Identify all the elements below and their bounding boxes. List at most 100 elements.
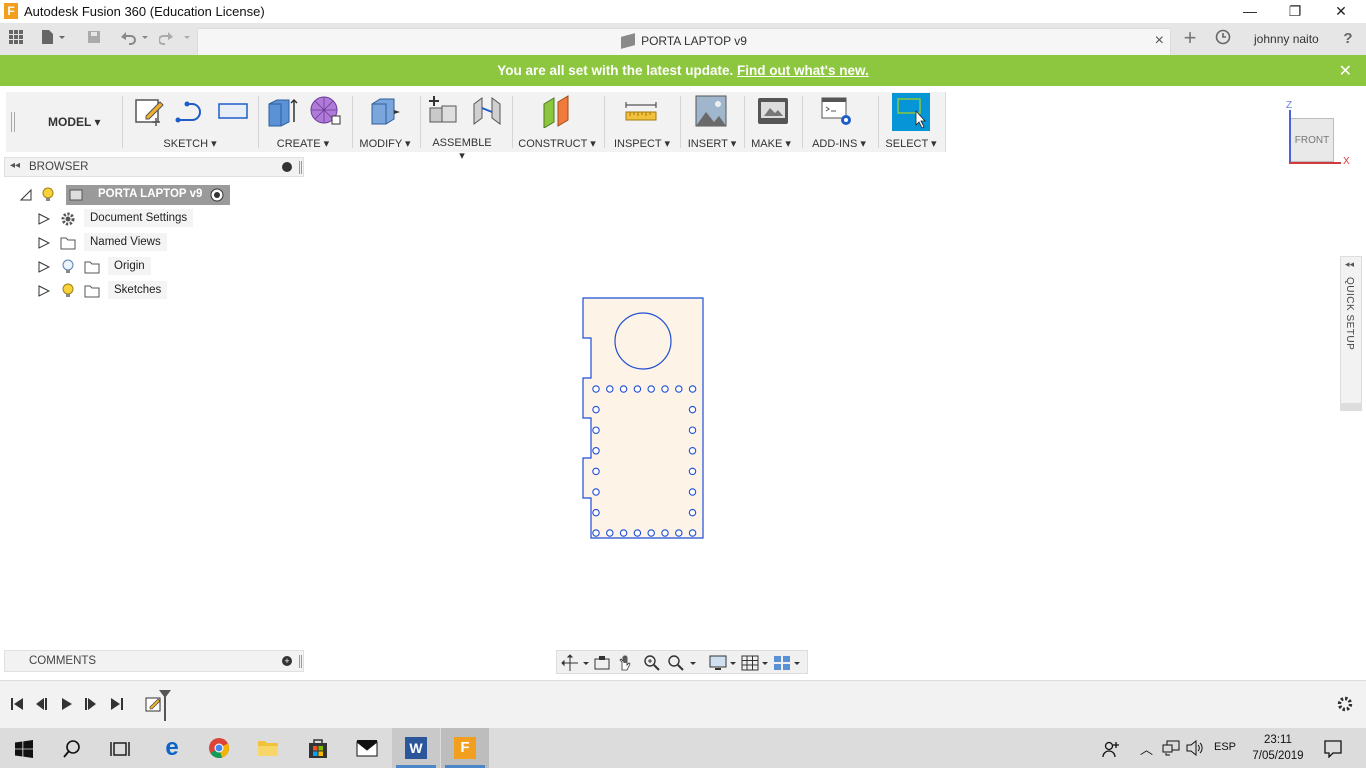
redo-icon[interactable] (158, 29, 192, 49)
grid-settings-icon[interactable] (741, 654, 769, 672)
display-settings-icon[interactable] (709, 654, 737, 672)
network-icon[interactable] (1162, 740, 1180, 756)
action-center-notification-icon[interactable] (1324, 740, 1342, 758)
input-language[interactable]: ESP (1214, 741, 1236, 753)
minimize-button[interactable]: — (1227, 0, 1273, 23)
data-panel-grid-icon[interactable] (6, 29, 26, 49)
construct-menu[interactable]: CONSTRUCT ▾ (518, 137, 596, 150)
line-tool-icon[interactable] (174, 94, 208, 128)
activate-radio-icon[interactable] (210, 188, 224, 202)
browser-item-named-views[interactable]: Named Views (38, 233, 198, 253)
quick-setup-grip[interactable] (1340, 403, 1362, 411)
windows-start-icon[interactable] (15, 740, 33, 758)
visibility-bulb-icon[interactable] (42, 187, 54, 203)
browser-root-row[interactable]: PORTA LAPTOP v9 (20, 185, 240, 205)
task-view-icon[interactable] (110, 739, 130, 759)
sketch-hole[interactable] (688, 405, 697, 414)
browser-item-origin[interactable]: Origin (38, 257, 198, 277)
document-tab[interactable]: PORTA LAPTOP v9 × (197, 28, 1171, 55)
word-taskbar-item[interactable]: W (392, 728, 440, 768)
create-menu[interactable]: CREATE ▾ (274, 137, 332, 150)
help-icon[interactable]: ? (1338, 29, 1358, 49)
sketch-hole[interactable] (661, 529, 669, 537)
press-pull-icon[interactable] (368, 94, 402, 128)
sketch-hole[interactable] (688, 488, 697, 496)
sketch-profile[interactable] (578, 294, 708, 542)
viewcube[interactable]: FRONT (1290, 118, 1334, 162)
toolbar-grip[interactable] (11, 112, 15, 132)
sketch-hole[interactable] (619, 529, 628, 537)
go-to-end-icon[interactable] (110, 697, 124, 711)
sketch-hole[interactable] (688, 508, 697, 517)
add-comment-icon[interactable]: + (282, 656, 292, 666)
chrome-icon[interactable] (208, 737, 230, 759)
viewports-icon[interactable] (773, 654, 801, 672)
fit-zoom-icon[interactable] (667, 654, 697, 672)
sketch-hole[interactable] (688, 467, 697, 476)
sketch-hole[interactable] (633, 385, 642, 393)
assemble-menu[interactable]: ASSEMBLE ▾ (430, 137, 494, 162)
3d-print-icon[interactable] (756, 94, 790, 128)
sketch-hole[interactable] (688, 385, 697, 393)
step-forward-icon[interactable] (84, 697, 98, 711)
expand-triangle-icon[interactable] (38, 285, 50, 297)
workspace-switcher[interactable]: MODEL ▾ (48, 115, 100, 129)
browser-item-sketches[interactable]: Sketches (38, 281, 198, 301)
make-menu[interactable]: MAKE ▾ (746, 137, 796, 150)
orbit-icon[interactable] (561, 654, 589, 672)
close-tab-icon[interactable]: × (1155, 32, 1164, 50)
close-window-button[interactable]: ✕ (1318, 0, 1364, 23)
sketch-hole[interactable] (592, 426, 600, 434)
search-icon[interactable] (62, 739, 82, 759)
scripts-addins-icon[interactable] (820, 94, 854, 128)
volume-icon[interactable] (1186, 740, 1204, 756)
modify-menu[interactable]: MODIFY ▾ (358, 137, 412, 150)
new-tab-plus-icon[interactable]: + (1180, 27, 1200, 49)
sketch-hole[interactable] (606, 385, 614, 393)
sketch-hole[interactable] (688, 426, 697, 434)
sketch-hole[interactable] (619, 385, 628, 393)
joint-icon[interactable] (470, 94, 504, 128)
sketch-hole[interactable] (606, 529, 614, 537)
offset-plane-icon[interactable] (540, 94, 574, 128)
measure-icon[interactable] (624, 94, 658, 128)
expand-triangle-icon[interactable] (38, 237, 50, 249)
collapse-triangle-icon[interactable] (20, 189, 32, 201)
expand-left-icon[interactable]: ◂◂ (1345, 259, 1354, 270)
timeline-settings-gear-icon[interactable] (1336, 695, 1354, 713)
addins-menu[interactable]: ADD-INS ▾ (808, 137, 870, 150)
collapse-left-icon[interactable]: ◂◂ (10, 160, 20, 171)
quick-setup-panel[interactable]: ◂◂ QUICK SETUP (1340, 256, 1362, 411)
whats-new-link[interactable]: Find out what's new. (737, 63, 869, 78)
restore-button[interactable]: ❐ (1272, 0, 1318, 23)
job-status-clock-icon[interactable] (1213, 29, 1233, 49)
sketch-hole[interactable] (592, 447, 600, 455)
sketch-hole[interactable] (675, 385, 683, 393)
go-to-start-icon[interactable] (10, 697, 24, 711)
sketch-hole[interactable] (633, 529, 642, 537)
file-menu-icon[interactable] (38, 29, 68, 49)
zoom-icon[interactable] (643, 654, 661, 672)
expand-triangle-icon[interactable] (38, 261, 50, 273)
edge-browser-icon[interactable]: e (148, 728, 196, 768)
sketch-hole[interactable] (592, 488, 600, 496)
rectangle-tool-icon[interactable] (216, 94, 250, 128)
user-account[interactable]: johnny naito (1254, 32, 1319, 46)
create-sketch-icon[interactable] (132, 94, 166, 128)
visibility-bulb-icon[interactable] (62, 283, 74, 299)
show-hidden-icons-chevron-icon[interactable]: ︿ (1140, 739, 1153, 758)
mail-icon[interactable] (356, 739, 378, 757)
sketch-hole[interactable] (592, 508, 600, 517)
new-component-icon[interactable] (426, 94, 460, 128)
insert-menu[interactable]: INSERT ▾ (686, 137, 738, 150)
file-explorer-icon[interactable] (257, 738, 279, 758)
save-icon[interactable] (84, 29, 104, 49)
comments-panel-header[interactable]: COMMENTS + (4, 650, 304, 672)
undo-icon[interactable] (116, 29, 150, 49)
browser-item-document-settings[interactable]: Document Settings (38, 209, 198, 229)
fusion-taskbar-item[interactable]: F (441, 728, 489, 768)
insert-image-icon[interactable] (694, 94, 728, 128)
panel-grip[interactable] (299, 655, 302, 668)
microsoft-store-icon[interactable] (307, 737, 329, 759)
form-sculpt-icon[interactable] (308, 94, 342, 128)
